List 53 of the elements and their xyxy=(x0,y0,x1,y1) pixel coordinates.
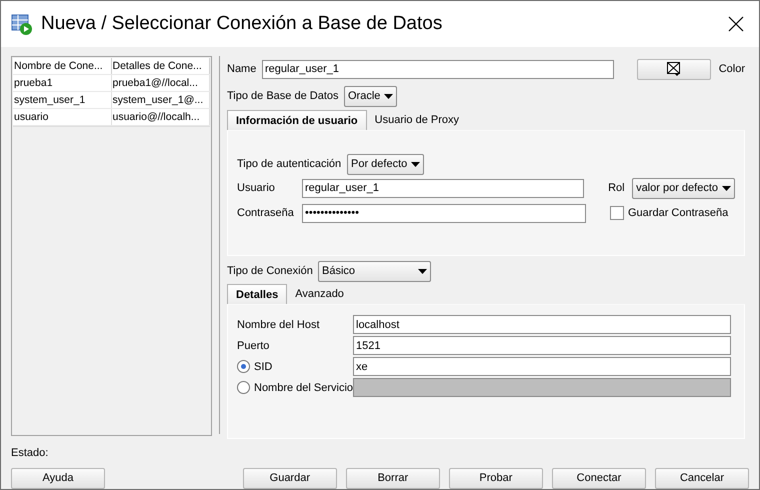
dialog-button[interactable]: Ayuda xyxy=(11,468,106,488)
field-label: Nombre del Servicio xyxy=(254,382,354,394)
input-field[interactable]: localhost xyxy=(353,315,731,334)
color-label: Color xyxy=(718,63,746,75)
dropdown-arrow-icon xyxy=(384,94,394,98)
color-swatch-icon xyxy=(666,62,681,76)
dropdown-arrow-icon xyxy=(722,186,731,190)
checkbox-label: Guardar Contraseña xyxy=(628,207,728,219)
field-label: Tipo de Conexión xyxy=(227,265,314,277)
table-cell[interactable]: prueba1@//local... xyxy=(112,75,210,91)
table-cell[interactable]: system_user_1 xyxy=(13,92,112,108)
database-type-dropdown[interactable]: Oracle xyxy=(344,86,398,106)
field-label: Rol xyxy=(608,182,626,194)
field-label: Contraseña xyxy=(237,207,295,219)
dialog-button[interactable]: Cancelar xyxy=(654,468,750,488)
table-cell[interactable]: usuario@//localh... xyxy=(112,109,210,125)
username-field[interactable]: regular_user_1 xyxy=(302,178,584,198)
dropdown-arrow-icon xyxy=(418,268,427,274)
tab[interactable]: Información de usuario xyxy=(227,110,367,130)
dialog-button[interactable]: Borrar xyxy=(346,468,440,488)
window-title: Nueva / Seleccionar Conexión a Base de Datos xyxy=(41,13,444,35)
field-label: Tipo de autenticación xyxy=(237,158,342,170)
tab[interactable]: Usuario de Proxy xyxy=(366,111,468,129)
field-label: SID xyxy=(254,360,272,372)
dropdown-arrow-icon xyxy=(411,162,420,166)
dialog-button[interactable]: Conectar xyxy=(552,468,646,488)
password-field[interactable]: •••••••••••••• xyxy=(302,204,586,222)
input-field[interactable]: 1521 xyxy=(353,336,731,355)
field-label: Usuario xyxy=(237,182,276,194)
name-field[interactable]: regular_user_1 xyxy=(262,60,614,78)
field-label: Puerto xyxy=(237,340,270,352)
role-dropdown[interactable]: valor por defecto xyxy=(632,178,735,198)
table-cell[interactable]: prueba1 xyxy=(13,75,112,91)
tab[interactable]: Detalles xyxy=(227,284,288,304)
close-icon xyxy=(728,16,744,32)
color-button[interactable] xyxy=(636,58,711,80)
database-icon xyxy=(11,13,33,35)
field-label: Tipo de Base de Datos xyxy=(227,90,340,102)
input-field[interactable]: xe xyxy=(353,357,731,376)
dialog-button[interactable]: Probar xyxy=(448,468,543,488)
field-label: Nombre del Host xyxy=(237,318,320,330)
column-header[interactable]: Detalles de Cone... xyxy=(112,58,210,74)
dialog-button[interactable]: Guardar xyxy=(242,468,337,488)
authentication-dropdown[interactable]: Por defecto xyxy=(347,154,424,174)
field-label: Name xyxy=(227,63,258,75)
checkbox[interactable] xyxy=(610,206,624,220)
table-cell[interactable]: system_user_1@... xyxy=(112,92,210,108)
radio-button[interactable] xyxy=(237,360,250,373)
status-label: Estado: xyxy=(11,447,50,459)
column-header[interactable]: Nombre de Cone... xyxy=(13,58,112,74)
connection-type-dropdown[interactable]: Básico xyxy=(318,260,431,282)
tab[interactable]: Avanzado xyxy=(287,285,352,303)
table-cell[interactable]: usuario xyxy=(13,109,112,125)
